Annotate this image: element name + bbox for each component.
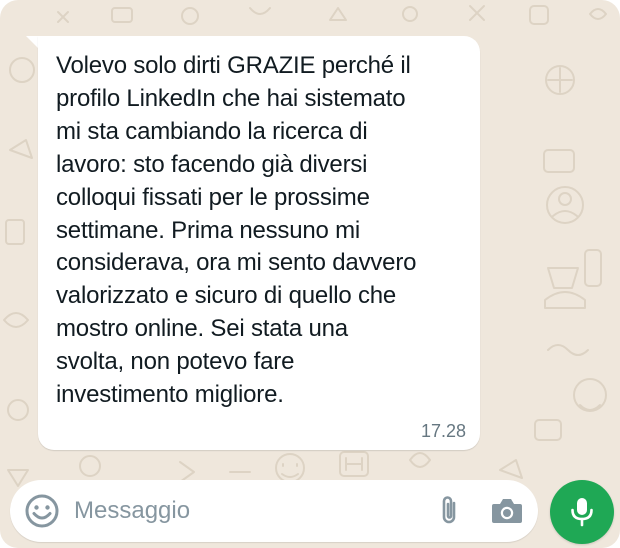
chat-window: Volevo solo dirti GRAZIE perché il profi… — [0, 0, 620, 548]
message-timestamp: 17.28 — [420, 421, 466, 441]
message-bubble[interactable]: Volevo solo dirti GRAZIE perché il profi… — [38, 36, 480, 450]
camera-icon[interactable] — [490, 496, 524, 526]
emoji-icon[interactable] — [24, 493, 60, 529]
microphone-icon — [571, 498, 593, 527]
message-text: Volevo solo dirti GRAZIE perché il profi… — [56, 52, 417, 409]
message-input[interactable] — [74, 488, 414, 534]
message-composer — [10, 480, 538, 542]
paperclip-icon[interactable] — [435, 494, 463, 528]
voice-message-button[interactable] — [550, 480, 614, 544]
